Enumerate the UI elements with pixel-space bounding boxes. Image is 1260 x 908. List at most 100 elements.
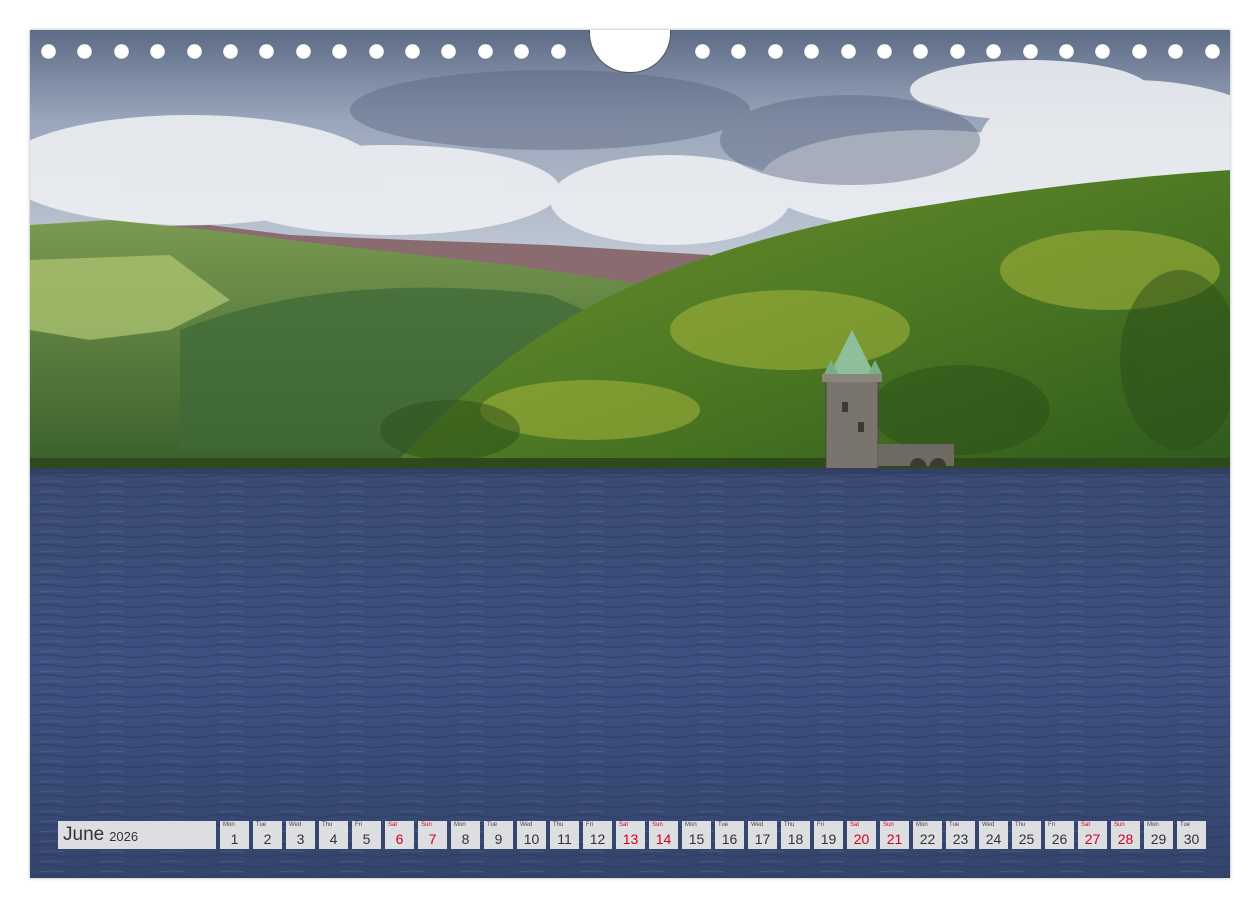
day-cell: Sat 13: [616, 821, 645, 849]
day-of-week: Sat: [619, 822, 629, 828]
binding-hole: [1131, 44, 1147, 59]
calendar-strip: June 2026 Mon 1 Tue 2 Wed 3 Thu 4 Fri 5 Sat 6 Sun 7 Mo…: [58, 821, 1206, 849]
day-of-week: Thu: [1015, 822, 1026, 828]
month-year: 2026: [109, 829, 139, 844]
day-cell: Wed 3: [286, 821, 315, 849]
day-of-week: Fri: [1048, 822, 1055, 828]
binding-hole: [1168, 44, 1184, 59]
day-number: 5: [362, 831, 371, 847]
binding-hole: [77, 44, 93, 59]
day-of-week: Sun: [883, 822, 894, 828]
binding-hole: [1059, 44, 1074, 59]
day-cell: Mon 15: [682, 821, 711, 849]
day-of-week: Thu: [553, 822, 564, 828]
binding-hole: [695, 44, 710, 59]
day-cell: Sat 20: [847, 821, 876, 849]
day-number: 6: [395, 831, 404, 847]
day-cell: Fri 5: [352, 821, 381, 849]
day-of-week: Thu: [322, 822, 333, 828]
binding-hole: [1022, 44, 1038, 59]
day-cell: Sat 27: [1078, 821, 1107, 849]
day-of-week: Tue: [1180, 822, 1191, 828]
day-number: 14: [655, 831, 672, 847]
day-number: 27: [1084, 831, 1101, 847]
day-number: 28: [1117, 831, 1134, 847]
calendar-page: June 2026 Mon 1 Tue 2 Wed 3 Thu 4 Fri 5 Sat 6 Sun 7 Mo…: [30, 30, 1230, 878]
day-number: 19: [820, 831, 837, 847]
day-of-week: Wed: [982, 822, 995, 828]
day-of-week: Thu: [784, 822, 795, 828]
day-number: 16: [721, 831, 738, 847]
day-cell: Thu 11: [550, 821, 579, 849]
day-cell: Sat 6: [385, 821, 414, 849]
day-number: 3: [296, 831, 305, 847]
day-cell: Thu 18: [781, 821, 810, 849]
day-number: 4: [329, 831, 338, 847]
day-of-week: Wed: [289, 822, 302, 828]
day-of-week: Tue: [949, 822, 960, 828]
day-of-week: Fri: [817, 822, 824, 828]
day-number: 9: [494, 831, 503, 847]
binding-hole: [1204, 44, 1220, 59]
day-of-week: Tue: [718, 822, 729, 828]
day-number: 18: [787, 831, 804, 847]
day-cell: Thu 4: [319, 821, 348, 849]
day-number: 26: [1051, 831, 1068, 847]
day-cell: Sun 21: [880, 821, 909, 849]
day-of-week: Fri: [586, 822, 593, 828]
day-number: 12: [589, 831, 606, 847]
day-number: 22: [919, 831, 936, 847]
binding-hole: [840, 44, 856, 59]
day-of-week: Mon: [685, 822, 697, 828]
day-cell: Wed 24: [979, 821, 1008, 849]
landscape-photo: [30, 30, 1230, 878]
day-number: 23: [952, 831, 969, 847]
binding-hole: [41, 44, 56, 59]
day-cell: Thu 25: [1012, 821, 1041, 849]
day-of-week: Mon: [1147, 822, 1159, 828]
day-number: 21: [886, 831, 903, 847]
day-number: 20: [853, 831, 870, 847]
day-of-week: Fri: [355, 822, 362, 828]
day-number: 17: [754, 831, 771, 847]
day-cell: Wed 10: [517, 821, 546, 849]
binding-hole: [804, 44, 820, 59]
binding-hole: [477, 44, 493, 59]
day-cell: Mon 1: [220, 821, 249, 849]
day-of-week: Sat: [850, 822, 860, 828]
day-of-week: Mon: [916, 822, 928, 828]
binding-hole: [223, 44, 238, 59]
day-of-week: Sun: [1114, 822, 1125, 828]
day-number: 10: [523, 831, 540, 847]
binding-hole: [405, 44, 420, 59]
day-cell: Tue 16: [715, 821, 744, 849]
day-of-week: Tue: [487, 822, 498, 828]
day-of-week: Mon: [454, 822, 466, 828]
day-number: 25: [1018, 831, 1035, 847]
day-of-week: Sun: [421, 822, 432, 828]
month-label: June 2026: [58, 821, 216, 849]
day-of-week: Wed: [751, 822, 764, 828]
binding-hole: [150, 44, 166, 59]
day-of-week: Wed: [520, 822, 533, 828]
binding-hole: [368, 44, 384, 59]
binding-hole: [550, 44, 566, 59]
day-number: 2: [263, 831, 272, 847]
day-number: 8: [461, 831, 470, 847]
binding-hole: [441, 44, 457, 59]
day-cell: Tue 23: [946, 821, 975, 849]
binding-hole: [986, 44, 1002, 59]
day-of-week: Mon: [223, 822, 235, 828]
day-cell: Fri 19: [814, 821, 843, 849]
day-cell: Sun 28: [1111, 821, 1140, 849]
day-number: 13: [622, 831, 639, 847]
day-cell: Tue 9: [484, 821, 513, 849]
day-number: 1: [230, 831, 239, 847]
day-number: 11: [557, 831, 572, 847]
day-number: 29: [1150, 831, 1167, 847]
day-cell: Wed 17: [748, 821, 777, 849]
binding-hole: [913, 44, 929, 59]
day-cell: Mon 22: [913, 821, 942, 849]
day-cell: Mon 8: [451, 821, 480, 849]
binding-hole: [113, 44, 129, 59]
